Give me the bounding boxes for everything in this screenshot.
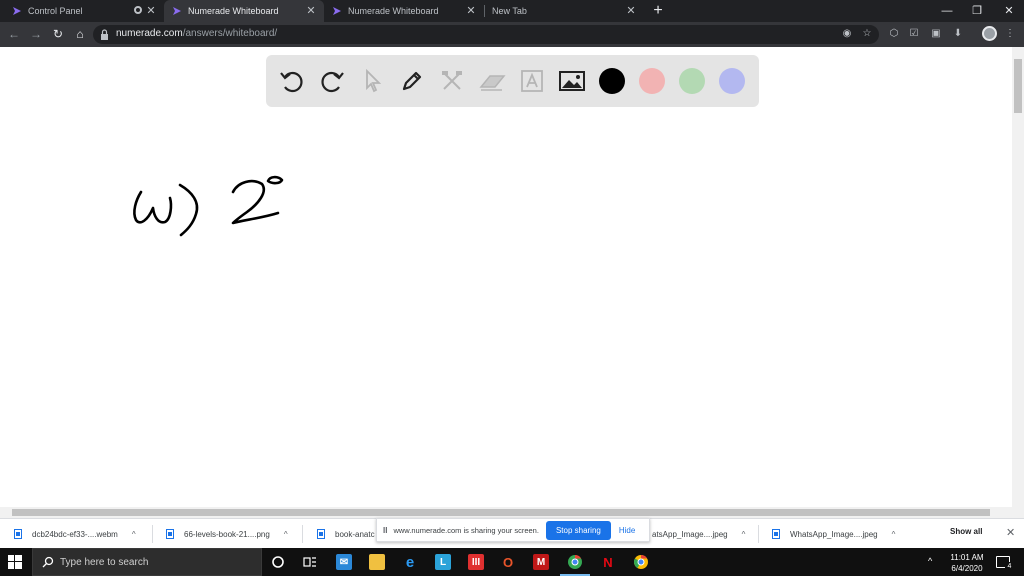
shelf-divider [302,525,303,543]
chevron-up-icon[interactable]: ^ [284,530,288,539]
chevron-up-icon[interactable]: ^ [132,530,136,539]
eraser-tool[interactable] [478,67,506,95]
chrome-active-icon[interactable] [567,554,583,570]
lms-app-icon[interactable]: L [435,554,451,570]
media-app-icon[interactable]: III [468,554,484,570]
file-icon [317,529,325,539]
system-clock[interactable]: 11:01 AM 6/4/2020 [944,552,990,574]
close-shelf-icon[interactable]: ✕ [1006,526,1015,539]
redo-button[interactable] [318,67,346,95]
hide-button[interactable]: Hide [619,526,635,535]
search-placeholder: Type here to search [60,557,149,568]
whiteboard-toolbar [266,55,759,107]
scroll-thumb[interactable] [12,509,990,516]
taskbar-search-box[interactable]: Type here to search [32,548,262,576]
search-icon [42,556,54,568]
netflix-icon[interactable]: N [600,554,616,570]
shelf-divider [152,525,153,543]
system-tray-chevron-icon[interactable]: ^ [928,556,932,566]
pointer-tool[interactable] [358,67,386,95]
windows-start-icon[interactable] [8,555,22,569]
task-view-icon[interactable] [302,554,318,570]
ink-stroke-two [231,179,280,225]
download-filename: WhatsApp_Image....jpeg [790,529,878,539]
mcafee-icon[interactable]: M [533,554,549,570]
file-icon [166,529,174,539]
office-icon[interactable]: O [500,554,516,570]
image-tool[interactable] [558,67,586,95]
color-swatch-blue[interactable] [719,68,745,94]
download-item[interactable]: atsApp_Image....jpeg ^ [652,526,745,542]
ink-stroke-a [133,190,173,224]
notification-count-badge: 4 [1005,562,1014,571]
undo-icon [280,71,303,93]
clock-time: 11:01 AM [950,553,984,562]
download-item[interactable]: dcb24bdc-ef33-....webm ^ [14,526,136,542]
text-tool[interactable] [518,67,546,95]
ink-stroke-paren [178,183,199,237]
color-swatch-black[interactable] [599,68,625,94]
chevron-up-icon[interactable]: ^ [742,530,746,539]
pen-tool[interactable] [398,67,426,95]
file-explorer-icon[interactable] [369,554,385,570]
scroll-thumb[interactable] [1014,59,1022,113]
ink-stroke-degree [266,175,284,185]
tools-icon [442,71,462,90]
horizontal-scrollbar[interactable] [0,507,1024,518]
cortana-icon[interactable] [270,554,286,570]
download-filename: book-anatc [335,529,375,539]
stop-sharing-button[interactable]: Stop sharing [545,520,611,540]
download-item[interactable]: book-anatc [317,526,375,542]
redo-icon [321,71,344,93]
download-item[interactable]: WhatsApp_Image....jpeg ^ [772,526,895,542]
taskbar: Type here to search ✉ e L III O M N ^ 11… [0,548,1024,576]
color-swatch-pink[interactable] [639,68,665,94]
mail-icon[interactable]: ✉ [336,554,352,570]
download-filename: dcb24bdc-ef33-....webm [32,529,118,539]
image-icon [559,71,585,91]
color-swatch-green[interactable] [679,68,705,94]
pen-icon [402,71,422,91]
edge-browser-icon[interactable]: e [402,554,418,571]
shelf-divider [758,525,759,543]
tools-button[interactable] [438,67,466,95]
download-item[interactable]: 66-levels-book-21....png ^ [166,526,288,542]
screen-share-bar: II www.numerade.com is sharing your scre… [376,518,650,542]
download-filename: atsApp_Image....jpeg [652,529,728,539]
clock-date: 6/4/2020 [951,564,983,573]
chrome-icon[interactable] [633,554,649,570]
text-icon [521,70,543,92]
file-icon [14,529,22,539]
pointer-icon [366,69,382,93]
vertical-scrollbar[interactable] [1012,47,1024,507]
show-all-button[interactable]: Show all [950,527,982,536]
file-icon [772,529,780,539]
eraser-icon [479,75,506,91]
pause-icon: II [383,525,388,535]
chevron-up-icon[interactable]: ^ [892,530,896,539]
screen-share-message: www.numerade.com is sharing your screen. [393,525,539,535]
undo-button[interactable] [278,67,306,95]
download-filename: 66-levels-book-21....png [184,529,270,539]
